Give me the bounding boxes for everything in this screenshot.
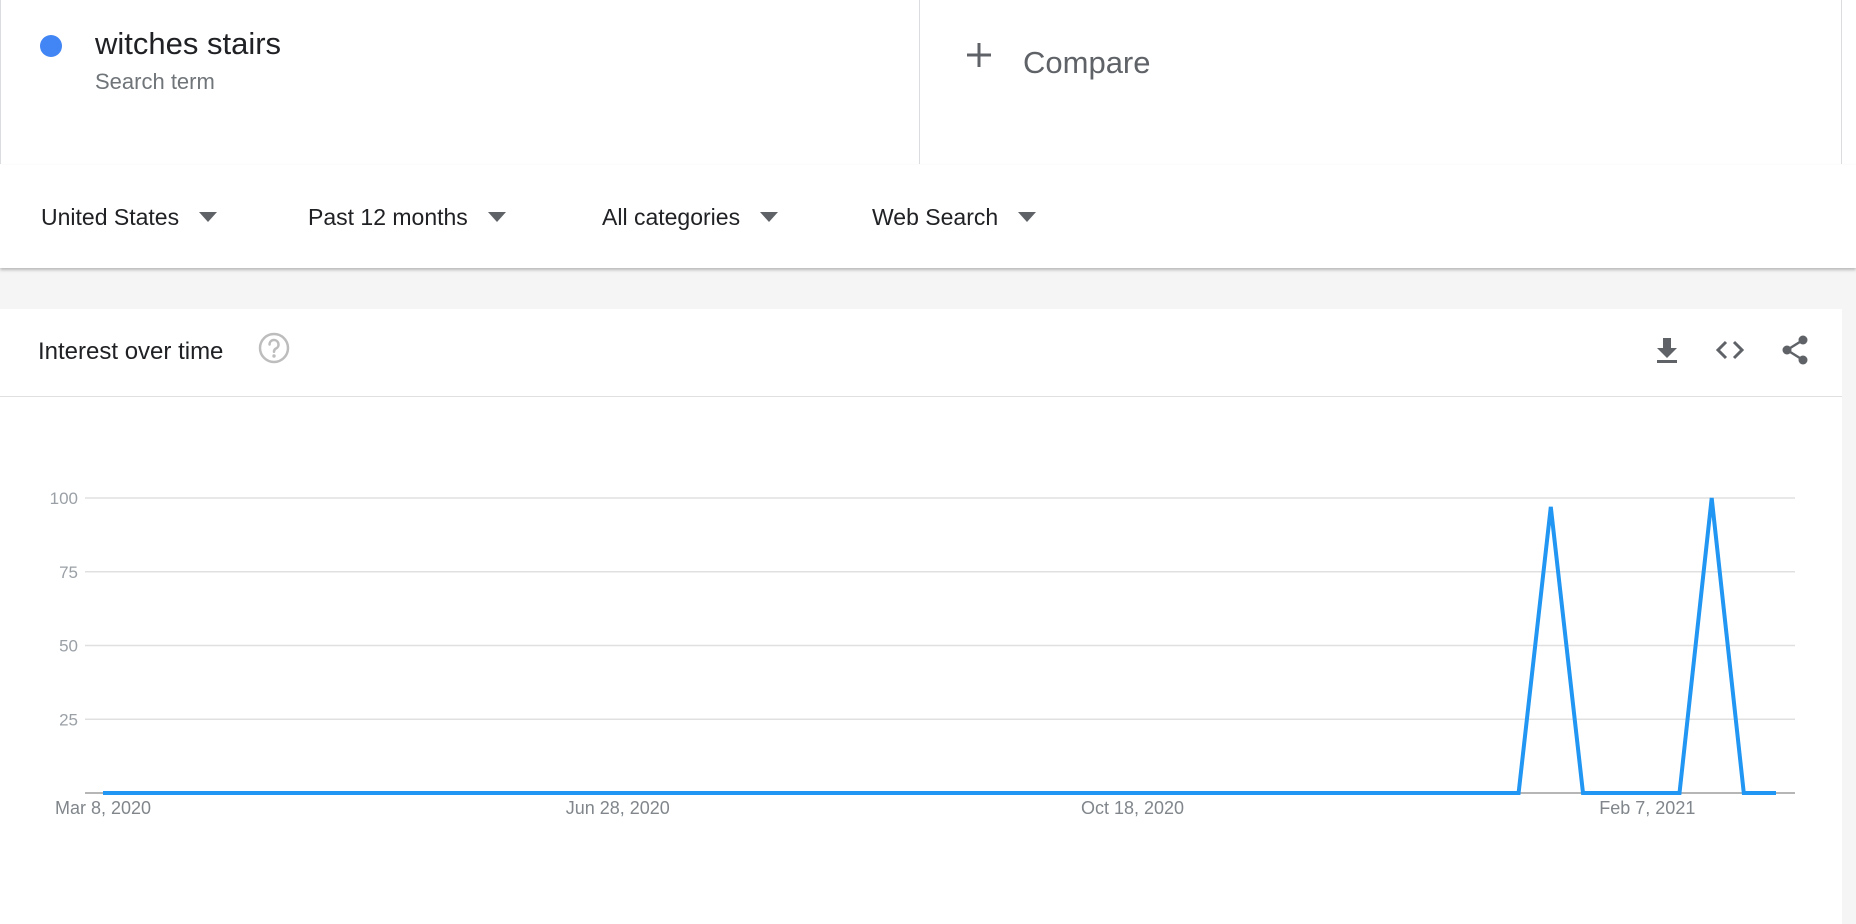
search-terms-bar: witches stairs Search term Compare bbox=[0, 0, 1856, 166]
y-tick-label: 100 bbox=[50, 489, 78, 508]
search-type-filter[interactable]: Web Search bbox=[872, 197, 1037, 237]
dropdown-caret-icon bbox=[487, 212, 506, 222]
search-term-name[interactable]: witches stairs bbox=[95, 26, 281, 62]
help-icon[interactable] bbox=[258, 332, 290, 364]
region-filter[interactable]: United States bbox=[41, 197, 218, 237]
interest-chart[interactable]: 25 50 75 100 Mar 8, 2020 Jun 28, 2020 Oct 18,… bbox=[0, 397, 1842, 924]
x-tick-label: Feb 7, 2021 bbox=[1599, 798, 1695, 818]
compare-button[interactable]: Compare bbox=[920, 0, 1842, 164]
region-filter-label: United States bbox=[41, 203, 180, 230]
category-filter-label: All categories bbox=[602, 203, 741, 230]
dropdown-caret-icon bbox=[199, 212, 218, 222]
card-title: Interest over time bbox=[38, 338, 224, 365]
embed-code-icon[interactable] bbox=[1714, 334, 1746, 366]
download-icon[interactable] bbox=[1651, 334, 1683, 366]
series-color-dot bbox=[40, 35, 62, 57]
search-term-card[interactable]: witches stairs Search term bbox=[0, 0, 920, 164]
time-range-filter-label: Past 12 months bbox=[308, 203, 468, 230]
card-header: Interest over time bbox=[0, 309, 1842, 397]
share-icon[interactable] bbox=[1779, 334, 1811, 366]
x-tick-label: Jun 28, 2020 bbox=[566, 798, 670, 818]
interest-chart-svg: 25 50 75 100 Mar 8, 2020 Jun 28, 2020 Oct 18,… bbox=[50, 489, 1795, 818]
search-type-filter-label: Web Search bbox=[872, 203, 999, 230]
interest-over-time-card: Interest over time 25 50 75 100 Mar 8, 2020… bbox=[0, 309, 1842, 924]
filter-bar: United States Past 12 months All categor… bbox=[0, 165, 1856, 268]
y-tick-label: 25 bbox=[59, 710, 78, 729]
y-tick-label: 50 bbox=[59, 637, 78, 656]
category-filter[interactable]: All categories bbox=[602, 197, 779, 237]
search-term-type: Search term bbox=[95, 69, 215, 94]
x-tick-label: Oct 18, 2020 bbox=[1081, 798, 1184, 818]
time-range-filter[interactable]: Past 12 months bbox=[308, 197, 506, 237]
plus-icon bbox=[967, 43, 991, 67]
dropdown-caret-icon bbox=[1018, 212, 1037, 222]
compare-label: Compare bbox=[1023, 45, 1151, 80]
x-tick-label: Mar 8, 2020 bbox=[55, 798, 151, 818]
y-tick-label: 75 bbox=[59, 563, 78, 582]
dropdown-caret-icon bbox=[760, 212, 779, 222]
